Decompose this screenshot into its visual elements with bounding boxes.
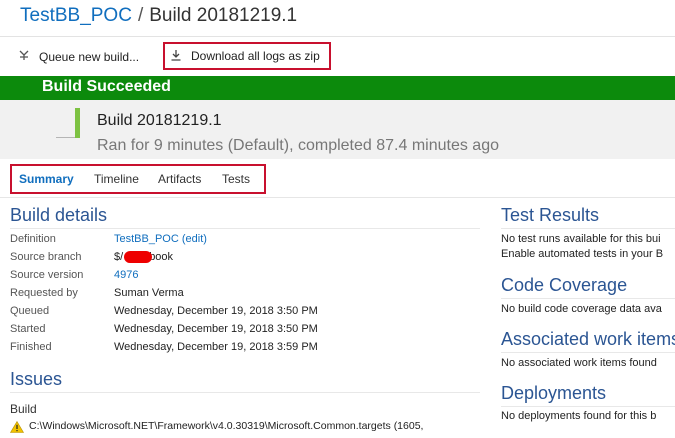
definition-label: Definition — [10, 233, 56, 245]
download-all-logs-label: Download all logs as zip — [191, 49, 320, 63]
source-version-link[interactable]: 4976 — [114, 269, 138, 281]
breadcrumb-project-link[interactable]: TestBB_POC — [20, 5, 132, 26]
test-results-text: No test runs available for this bui — [501, 233, 661, 245]
finished-value: Wednesday, December 19, 2018 3:59 PM — [114, 341, 318, 353]
tabs-divider — [0, 197, 675, 198]
code-coverage-divider — [501, 298, 675, 299]
definition-link[interactable]: TestBB_POC (edit) — [114, 233, 207, 245]
finished-label: Finished — [10, 341, 52, 353]
download-icon — [169, 49, 183, 64]
requested-by-label: Requested by — [10, 287, 78, 299]
work-items-text: No associated work items found — [501, 357, 657, 369]
deployments-title: Deployments — [501, 383, 607, 403]
deployments-text: No deployments found for this b — [501, 410, 657, 422]
build-status-text: Build Succeeded — [42, 78, 171, 95]
breadcrumb: TestBB_POC / Build 20181219.1 — [20, 5, 297, 27]
tab-timeline[interactable]: Timeline — [94, 172, 139, 186]
started-value: Wednesday, December 19, 2018 3:50 PM — [114, 323, 318, 335]
source-branch-label: Source branch — [10, 251, 82, 263]
build-details-title: Build details — [10, 205, 108, 225]
tab-summary[interactable]: Summary — [19, 172, 74, 186]
build-result-indicator — [75, 108, 80, 138]
build-connector-line — [56, 137, 76, 138]
build-details-divider — [10, 228, 480, 229]
issue-group-label: Build — [10, 402, 37, 416]
deployments-divider — [501, 406, 675, 407]
test-results-divider — [501, 228, 675, 229]
code-coverage-text: No build code coverage data ava — [501, 303, 662, 315]
requested-by-value: Suman Verma — [114, 287, 184, 299]
queue-build-icon — [17, 49, 31, 64]
breadcrumb-separator: / — [137, 5, 144, 26]
issues-title: Issues — [10, 369, 63, 389]
associated-work-items-title: Associated work items — [501, 329, 675, 349]
tab-artifacts[interactable]: Artifacts — [158, 172, 201, 186]
source-branch-prefix: $/ — [114, 251, 124, 263]
build-duration-text: Ran for 9 minutes (Default), completed 8… — [97, 137, 499, 154]
header-divider — [0, 36, 675, 37]
issues-divider — [10, 392, 480, 393]
work-items-divider — [501, 352, 675, 353]
issue-warning-text[interactable]: C:\Windows\Microsoft.NET\Framework\v4.0.… — [29, 420, 423, 432]
warning-icon — [9, 420, 25, 433]
code-coverage-title: Code Coverage — [501, 275, 628, 295]
queued-value: Wednesday, December 19, 2018 3:50 PM — [114, 305, 318, 317]
queue-new-build-label: Queue new build... — [39, 49, 140, 64]
download-all-logs-button[interactable]: Download all logs as zip — [163, 42, 331, 70]
test-results-enable-text: Enable automated tests in your B — [501, 248, 664, 260]
test-results-title: Test Results — [501, 205, 600, 225]
started-label: Started — [10, 323, 46, 335]
source-branch-suffix: book — [149, 251, 174, 263]
source-version-label: Source version — [10, 269, 84, 281]
redaction-mark — [124, 251, 152, 263]
queue-new-build-button[interactable]: Queue new build... — [17, 49, 139, 64]
tab-tests[interactable]: Tests — [222, 172, 250, 186]
build-number: Build 20181219.1 — [97, 112, 222, 129]
queued-label: Queued — [10, 305, 50, 317]
breadcrumb-build-title: Build 20181219.1 — [149, 5, 298, 26]
